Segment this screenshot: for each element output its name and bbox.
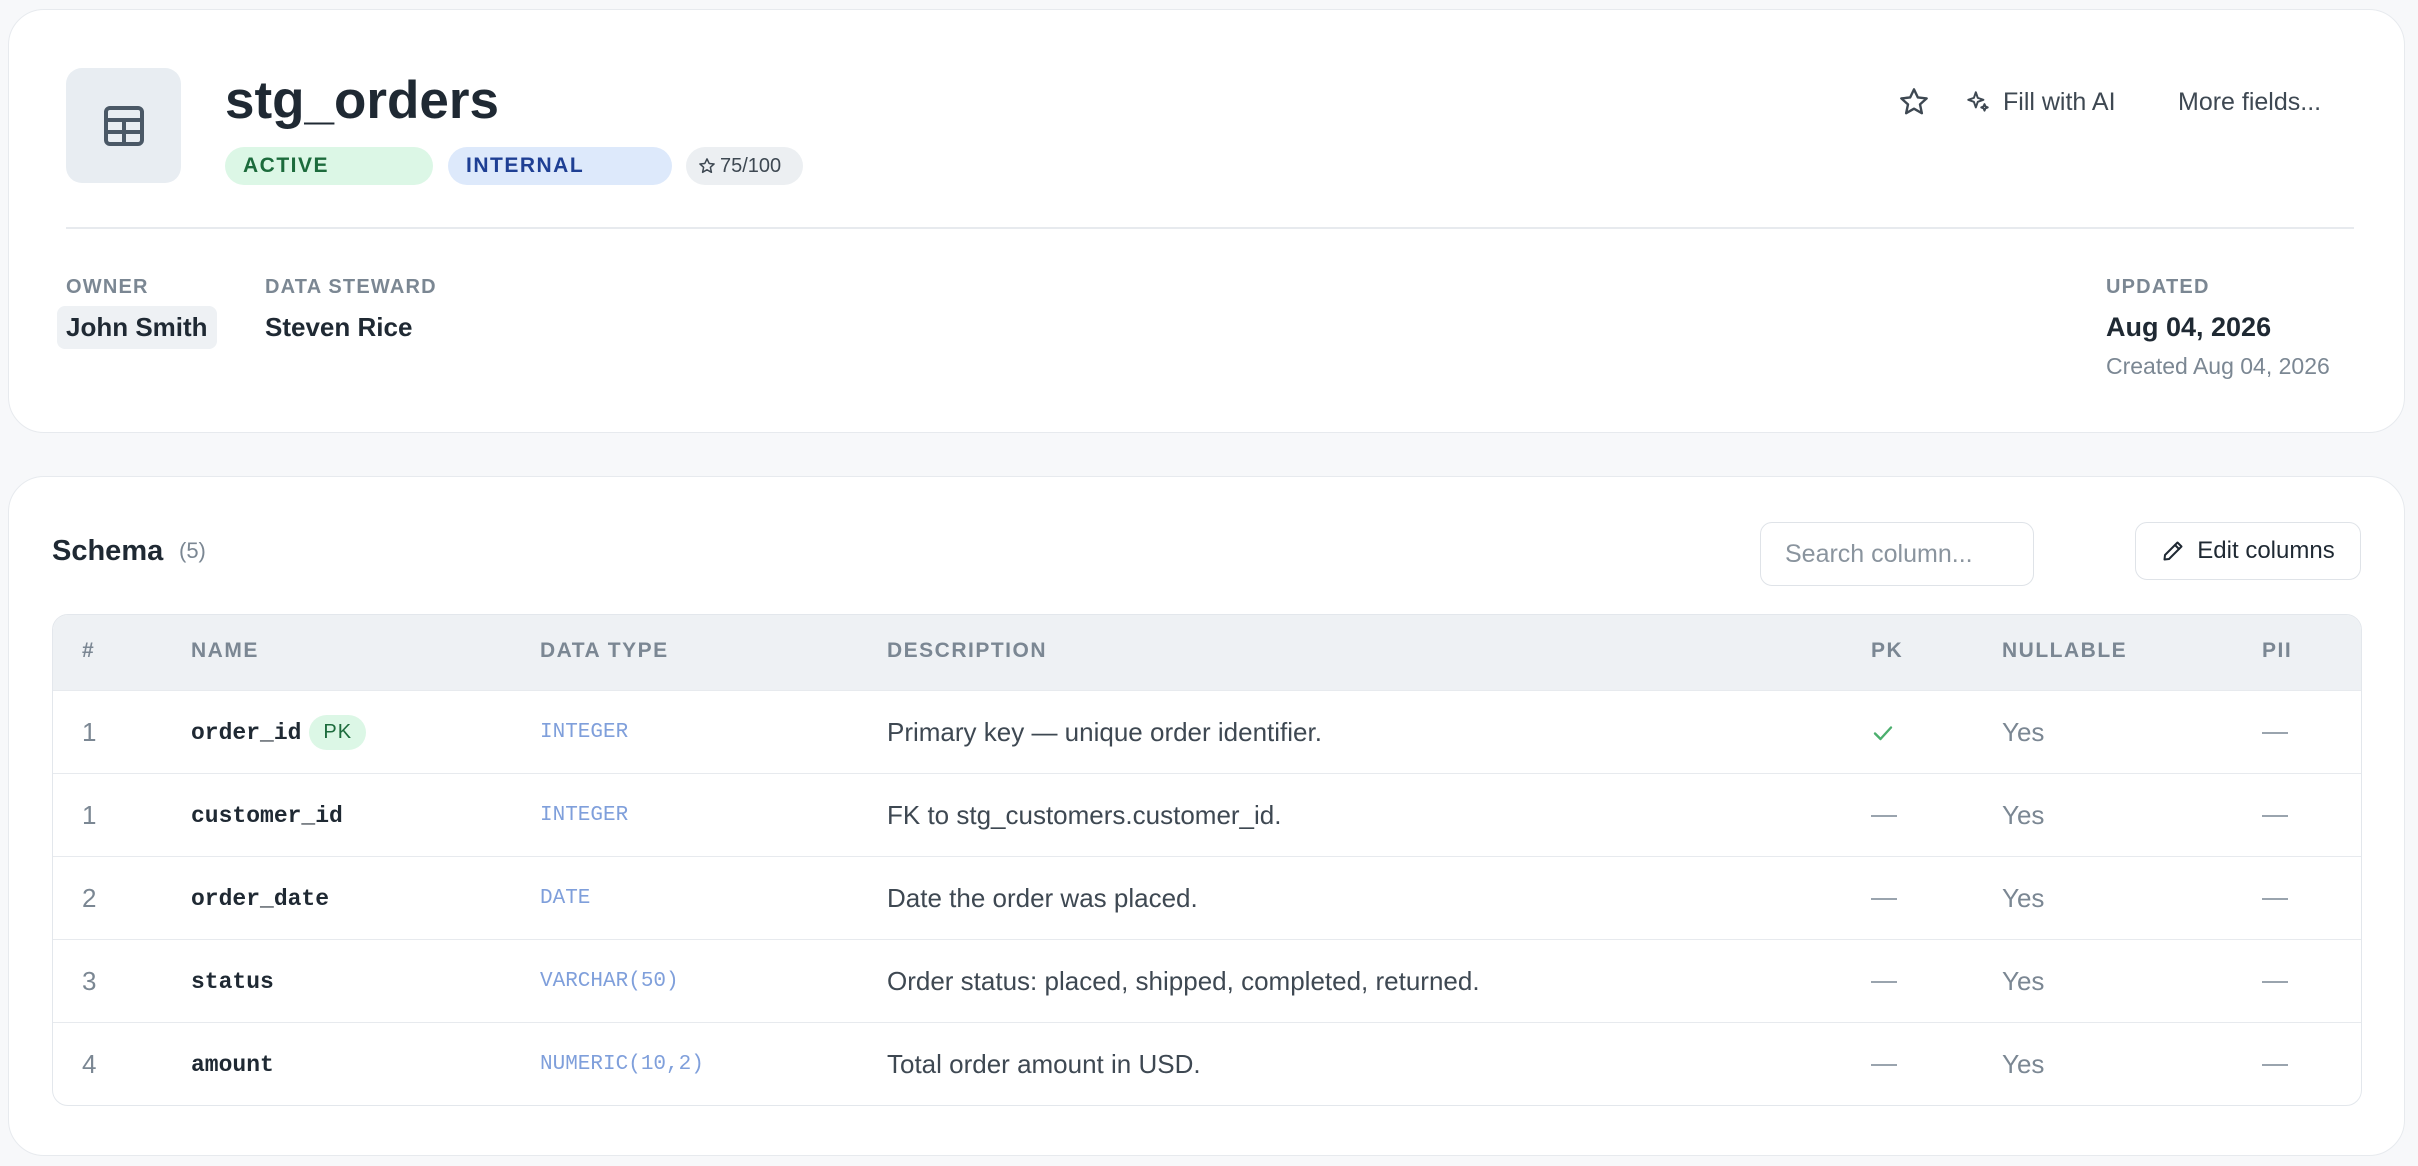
column-name: status — [191, 968, 274, 995]
pii-indicator — [2262, 940, 2288, 1023]
pk-indicator — [1871, 774, 1897, 857]
table-row[interactable]: 2 order_date DATE Date the order was pla… — [53, 856, 2361, 940]
row-number: 1 — [82, 717, 97, 747]
header-divider — [66, 227, 2354, 229]
nullable-value: Yes — [2002, 1049, 2045, 1079]
pii-indicator — [2262, 691, 2288, 774]
quality-score-value: 75/100 — [720, 154, 782, 177]
data-type: INTEGER — [540, 804, 629, 827]
column-name: customer_id — [191, 802, 343, 829]
search-column-input[interactable] — [1760, 522, 2034, 586]
column-header-pii[interactable]: PII — [2262, 639, 2292, 663]
table-icon — [66, 68, 181, 183]
data-type: INTEGER — [540, 721, 629, 744]
pk-badge: PK — [309, 715, 367, 750]
pk-indicator — [1871, 857, 1897, 940]
data-steward-label: DATA STEWARD — [265, 276, 437, 298]
column-name: order_date — [191, 885, 330, 912]
schema-column-count: (5) — [179, 538, 206, 563]
table-header-row: # NAME DATA TYPE DESCRIPTION PK NULLABLE… — [53, 615, 2361, 690]
schema-card: Schema (5) Edit columns # NAME DATA TYPE… — [8, 476, 2405, 1156]
column-name: order_id — [191, 719, 302, 746]
empty-dash — [2262, 731, 2288, 734]
column-header-number[interactable]: # — [82, 639, 95, 663]
quality-score-badge: 75/100 — [686, 147, 803, 185]
schema-table: # NAME DATA TYPE DESCRIPTION PK NULLABLE… — [52, 614, 2362, 1106]
column-name: amount — [191, 1051, 274, 1078]
table-row[interactable]: 3 status VARCHAR(50) Order status: place… — [53, 939, 2361, 1023]
classification-badge: INTERNAL — [448, 147, 672, 185]
pencil-icon — [2163, 541, 2183, 561]
empty-dash — [2262, 814, 2288, 817]
owner-chip[interactable]: John Smith — [57, 306, 217, 349]
column-header-description[interactable]: DESCRIPTION — [887, 639, 1047, 663]
empty-dash — [1871, 1063, 1897, 1066]
star-icon — [1900, 88, 1928, 115]
data-type: NUMERIC(10,2) — [540, 1053, 704, 1076]
row-number: 3 — [82, 966, 97, 996]
table-row[interactable]: 1 customer_id INTEGER FK to stg_customer… — [53, 773, 2361, 857]
nullable-value: Yes — [2002, 800, 2045, 830]
column-description: Date the order was placed. — [887, 883, 1198, 913]
sparkles-icon — [1967, 91, 1989, 112]
empty-dash — [1871, 814, 1897, 817]
pii-indicator — [2262, 857, 2288, 940]
table-row[interactable]: 1 order_id PK INTEGER Primary key — uniq… — [53, 690, 2361, 774]
empty-dash — [2262, 897, 2288, 900]
star-outline-icon — [699, 158, 715, 174]
status-badge: ACTIVE — [225, 147, 433, 185]
column-header-name[interactable]: NAME — [191, 639, 259, 663]
row-number: 1 — [82, 800, 97, 830]
row-number: 2 — [82, 883, 97, 913]
owner-label: OWNER — [66, 276, 149, 298]
more-fields-button[interactable]: More fields... — [2178, 82, 2321, 122]
favorite-button[interactable] — [1894, 82, 1934, 122]
schema-title: Schema — [52, 535, 164, 567]
data-steward-value: Steven Rice — [265, 312, 413, 342]
page-title: stg_orders — [225, 71, 499, 130]
column-header-data-type[interactable]: DATA TYPE — [540, 639, 669, 663]
nullable-value: Yes — [2002, 966, 2045, 996]
fill-with-ai-label: Fill with AI — [2003, 87, 2116, 116]
pk-indicator — [1871, 691, 1895, 774]
fill-with-ai-button[interactable]: Fill with AI — [1965, 82, 2116, 122]
dataset-header-card: stg_orders ACTIVE INTERNAL 75/100 Fill w… — [8, 9, 2405, 433]
updated-date: Aug 04, 2026 — [2106, 312, 2272, 342]
column-name-cell: order_id PK — [191, 691, 367, 774]
data-type: DATE — [540, 887, 591, 910]
pk-indicator — [1871, 1023, 1897, 1105]
empty-dash — [2262, 980, 2288, 983]
column-description: FK to stg_customers.customer_id. — [887, 800, 1282, 830]
pk-indicator — [1871, 940, 1897, 1023]
edit-columns-label: Edit columns — [2197, 537, 2335, 564]
empty-dash — [1871, 980, 1897, 983]
empty-dash — [1871, 897, 1897, 900]
edit-columns-button[interactable]: Edit columns — [2135, 522, 2361, 580]
table-row[interactable]: 4 amount NUMERIC(10,2) Total order amoun… — [53, 1022, 2361, 1105]
nullable-value: Yes — [2002, 717, 2045, 747]
empty-dash — [2262, 1063, 2288, 1066]
row-number: 4 — [82, 1049, 97, 1079]
column-description: Order status: placed, shipped, completed… — [887, 966, 1480, 996]
check-icon — [1873, 725, 1893, 740]
updated-label: UPDATED — [2106, 276, 2210, 298]
column-header-nullable[interactable]: NULLABLE — [2002, 639, 2127, 663]
column-description: Total order amount in USD. — [887, 1049, 1201, 1079]
pii-indicator — [2262, 774, 2288, 857]
created-date: Created Aug 04, 2026 — [2106, 353, 2330, 379]
column-header-pk[interactable]: PK — [1871, 639, 1903, 663]
nullable-value: Yes — [2002, 883, 2045, 913]
pii-indicator — [2262, 1023, 2288, 1105]
data-type: VARCHAR(50) — [540, 970, 679, 993]
column-description: Primary key — unique order identifier. — [887, 717, 1322, 747]
